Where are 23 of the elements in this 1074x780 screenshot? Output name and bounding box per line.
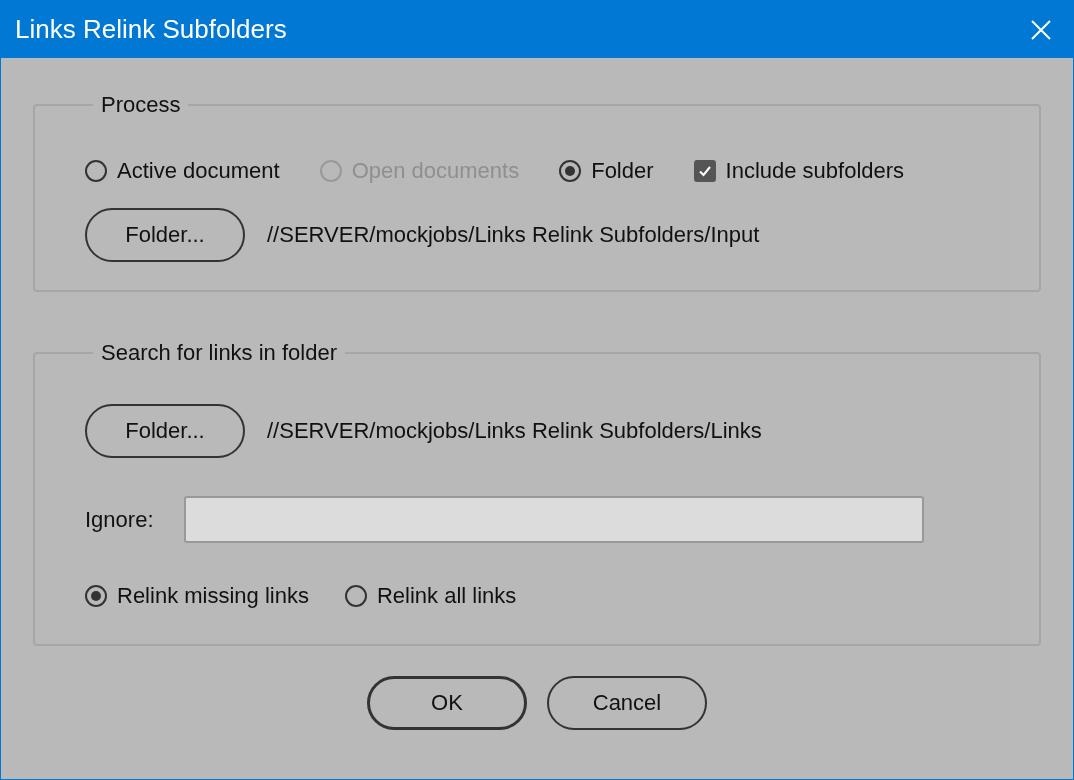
radio-button[interactable] <box>85 160 107 182</box>
ignore-field[interactable] <box>183 496 924 543</box>
checkbox[interactable] <box>693 160 716 182</box>
radio-label[interactable]: Folder <box>591 158 654 184</box>
cancel-button[interactable]: Cancel <box>547 676 707 730</box>
radio-label[interactable]: Relink missing links <box>117 583 309 609</box>
folder-path: //SERVER/mockjobs/Links Relink Subfolders/Links <box>267 418 762 444</box>
radio-label[interactable]: Relink all links <box>376 583 517 609</box>
ok-button[interactable]: OK <box>367 676 527 730</box>
radio-label[interactable]: Active document <box>117 158 280 184</box>
radio-button[interactable] <box>85 585 107 607</box>
radio-button[interactable] <box>344 585 367 607</box>
folder-button[interactable]: Folder... <box>85 208 245 262</box>
ignore-label: Ignore: <box>85 506 154 533</box>
group-label: Process <box>100 92 182 118</box>
folder-path: //SERVER/mockjobs/Links Relink Subfolders/Input <box>267 222 760 248</box>
checkbox-label[interactable]: Include subfolders <box>725 158 905 184</box>
folder-button[interactable]: Folder... <box>85 404 245 458</box>
window-title: Links Relink Subfolders <box>15 14 287 45</box>
radio-button[interactable] <box>559 160 582 182</box>
close-icon[interactable] <box>1031 19 1051 40</box>
group-label: Search for links in folder <box>100 340 338 366</box>
checkmark-icon <box>697 164 712 178</box>
